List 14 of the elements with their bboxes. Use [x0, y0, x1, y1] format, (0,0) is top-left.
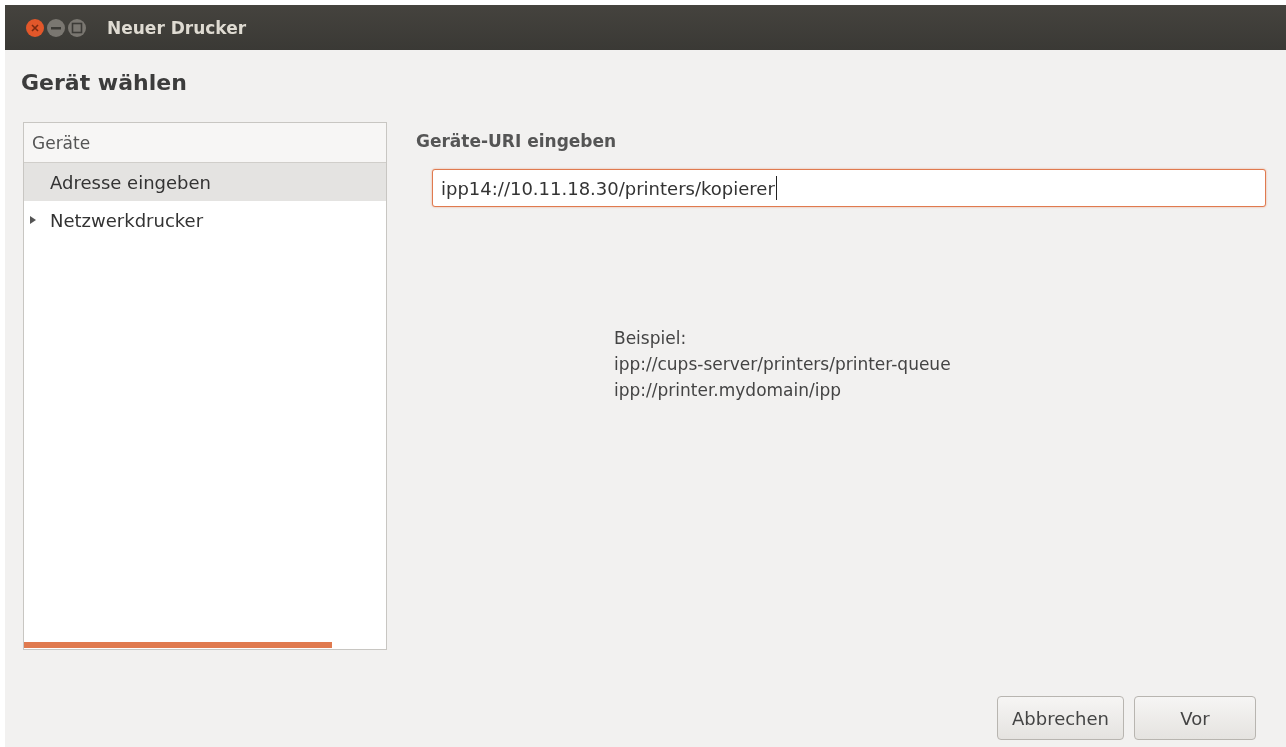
tree-item[interactable]: Netzwerkdrucker: [24, 201, 386, 239]
window-title: Neuer Drucker: [107, 17, 247, 38]
tree-item[interactable]: Adresse eingeben: [24, 163, 386, 201]
expander-icon[interactable]: [28, 215, 38, 225]
cancel-button[interactable]: Abbrechen: [996, 696, 1124, 740]
column-header[interactable]: Geräte: [24, 123, 386, 163]
window-controls-icon[interactable]: [25, 17, 89, 38]
example-text: Beispiel:: [614, 327, 688, 350]
next-button[interactable]: Vor: [1134, 696, 1256, 740]
uri-field[interactable]: ipp14://10.11.18.30/printers/kopierer: [432, 169, 1266, 207]
example-text: ipp://printer.mydomain/ipp: [614, 379, 843, 402]
example-text: ipp://cups-server/printers/printer-queue: [614, 353, 952, 376]
page-heading: Gerät wählen: [21, 70, 188, 97]
uri-label: Geräte-URI eingeben: [416, 131, 618, 151]
